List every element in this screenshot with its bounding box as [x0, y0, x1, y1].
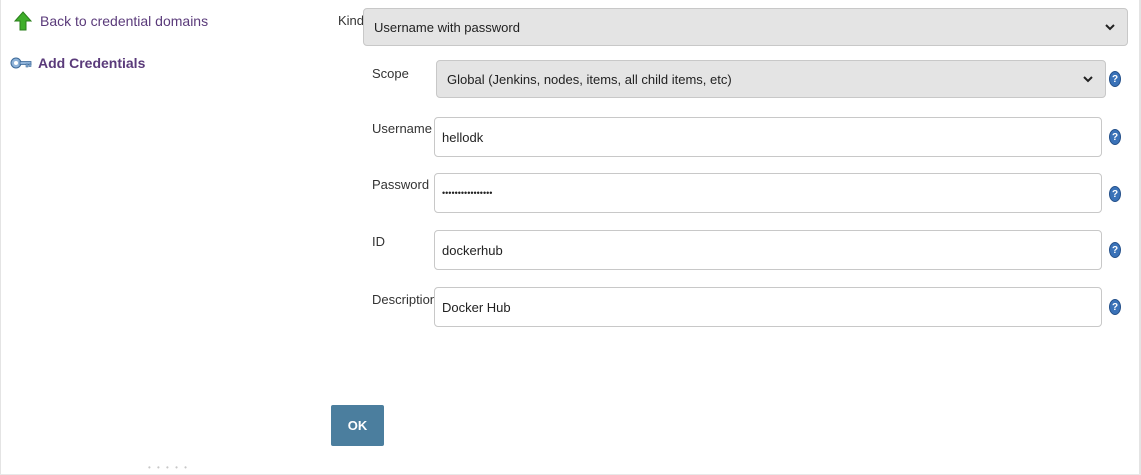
id-help-icon[interactable]: ? [1109, 242, 1121, 258]
username-label: Username [372, 121, 432, 136]
username-help-icon[interactable]: ? [1109, 129, 1121, 145]
scope-select[interactable]: Global (Jenkins, nodes, items, all child… [436, 60, 1106, 98]
add-credentials-link[interactable]: Add Credentials [10, 52, 145, 74]
id-field-value: dockerhub [442, 242, 503, 258]
description-help-icon[interactable]: ? [1109, 299, 1121, 315]
password-label: Password [372, 177, 430, 192]
username-field-value: hellodk [442, 129, 484, 145]
description-field[interactable]: Docker Hub [434, 287, 1102, 327]
scope-select-value: Global (Jenkins, nodes, items, all child… [447, 71, 732, 87]
ok-button[interactable]: OK [331, 405, 384, 446]
password-field[interactable]: •••••••••••••••• [434, 173, 1102, 213]
kind-select[interactable]: Username with password [363, 8, 1128, 46]
id-field[interactable]: dockerhub [434, 230, 1102, 270]
description-field-value: Docker Hub [442, 299, 511, 315]
scope-help-icon[interactable]: ? [1109, 71, 1121, 87]
username-field[interactable]: hellodk [434, 117, 1102, 157]
key-icon [10, 52, 32, 74]
password-field-value: •••••••••••••••• [442, 188, 493, 198]
description-label: Description [372, 292, 438, 307]
password-help-icon[interactable]: ? [1109, 186, 1121, 202]
sidebar-resize-handle[interactable]: • • • • • [148, 463, 189, 472]
chevron-down-icon [1079, 75, 1097, 83]
chevron-down-icon [1101, 23, 1119, 31]
add-credentials-label: Add Credentials [38, 55, 146, 71]
back-to-credential-domains-link[interactable]: Back to credential domains [12, 10, 208, 32]
id-label: ID [372, 234, 385, 249]
scope-label: Scope [372, 66, 409, 81]
page-left-border [0, 0, 1, 475]
kind-label: Kind [338, 13, 365, 28]
up-arrow-icon [12, 10, 34, 32]
back-link-label: Back to credential domains [40, 13, 209, 29]
kind-select-value: Username with password [374, 19, 520, 35]
